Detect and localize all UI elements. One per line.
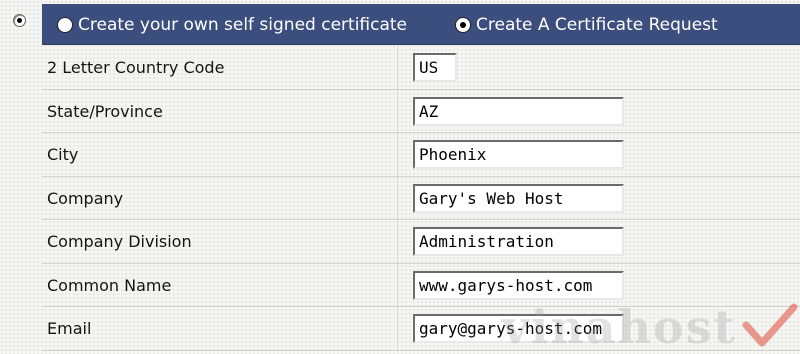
column-divider (397, 176, 398, 219)
column-divider (397, 307, 398, 350)
form-row-common-name: Common Name (42, 263, 800, 307)
form-row-division: Company Division (42, 220, 800, 264)
option-certificate-request[interactable]: Create A Certificate Request (455, 14, 718, 36)
state-province-input[interactable] (413, 96, 624, 126)
form-row-email: Email (42, 307, 800, 351)
self-signed-label: Create your own self signed certificate (78, 15, 408, 35)
form-row-city: City (42, 133, 800, 177)
certificate-request-label: Create A Certificate Request (476, 15, 718, 35)
column-divider (397, 46, 398, 89)
certificate-request-radio[interactable] (455, 17, 471, 33)
form-row-company: Company (42, 176, 800, 220)
email-label: Email (47, 319, 92, 338)
country-code-label: 2 Letter Country Code (47, 58, 225, 77)
common-name-label: Common Name (47, 275, 172, 295)
company-division-input[interactable] (413, 227, 624, 256)
company-label: Company (47, 188, 124, 208)
form-row-country: 2 Letter Country Code (42, 46, 800, 90)
common-name-input[interactable] (413, 270, 624, 300)
radio-dot-icon (460, 22, 466, 28)
certificate-form: 2 Letter Country Code State/Province Cit… (42, 46, 800, 351)
company-division-label: Company Division (47, 232, 192, 251)
company-input[interactable] (413, 183, 624, 213)
country-code-input[interactable] (413, 53, 457, 82)
column-divider (397, 263, 398, 306)
option-self-signed[interactable]: Create your own self signed certificate (57, 14, 407, 36)
column-divider (397, 89, 398, 132)
outer-radio-column (0, 0, 40, 351)
city-label: City (47, 145, 79, 164)
radio-dot-icon (17, 18, 22, 23)
form-row-state: State/Province (42, 89, 800, 133)
column-divider (397, 220, 398, 263)
certificate-type-header: Create your own self signed certificate … (42, 4, 800, 45)
self-signed-radio[interactable] (57, 17, 73, 33)
city-input[interactable] (413, 140, 624, 169)
state-province-label: State/Province (47, 101, 163, 121)
email-input[interactable] (413, 314, 624, 343)
column-divider (397, 133, 398, 176)
certificate-mode-radio[interactable] (13, 14, 26, 27)
